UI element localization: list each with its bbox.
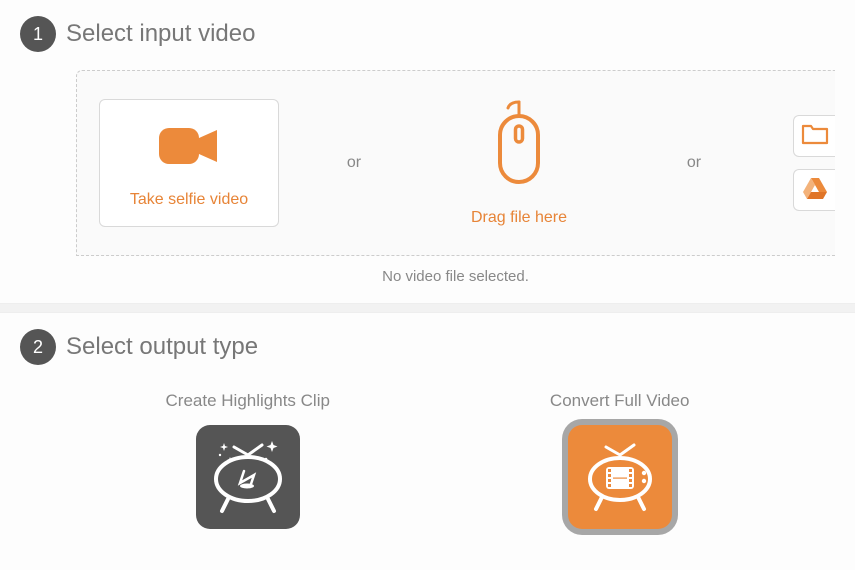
drag-file-label: Drag file here — [471, 209, 567, 227]
highlights-label: Create Highlights Clip — [166, 391, 330, 411]
google-drive-icon — [802, 176, 828, 205]
highlights-tile — [196, 425, 300, 529]
step-2-number: 2 — [33, 337, 43, 358]
section-divider — [0, 303, 855, 313]
step-2-title: Select output type — [66, 333, 258, 361]
convert-tv-icon — [578, 433, 662, 522]
output-options: Create Highlights Clip — [20, 383, 835, 529]
take-selfie-card[interactable]: Take selfie video — [99, 99, 279, 227]
input-panel: Take selfie video or Drag file here or — [76, 70, 835, 256]
folder-icon — [801, 122, 829, 151]
highlights-tv-icon — [204, 431, 292, 524]
convert-option[interactable]: Convert Full Video — [550, 391, 690, 529]
take-selfie-label: Take selfie video — [130, 191, 248, 209]
step-1-header: 1 Select input video — [20, 16, 835, 52]
step-1-section: 1 Select input video Take selfie video o… — [0, 0, 855, 303]
mouse-icon — [490, 100, 548, 195]
step-2-badge: 2 — [20, 329, 56, 365]
or-text-2: or — [609, 154, 779, 172]
step-2-header: 2 Select output type — [20, 329, 835, 365]
browse-file-button[interactable] — [793, 115, 835, 157]
drag-file-area[interactable]: Drag file here — [429, 100, 609, 227]
google-drive-button[interactable] — [793, 169, 835, 211]
step-2-section: 2 Select output type Create Highlights C… — [0, 313, 855, 529]
step-1-title: Select input video — [66, 20, 255, 48]
convert-tile — [568, 425, 672, 529]
step-1-number: 1 — [33, 24, 43, 45]
status-text: No video file selected. — [76, 256, 835, 303]
convert-label: Convert Full Video — [550, 391, 690, 411]
right-buttons — [793, 115, 835, 211]
step-1-badge: 1 — [20, 16, 56, 52]
or-text-1: or — [279, 154, 429, 172]
video-camera-icon — [153, 118, 225, 179]
highlights-option[interactable]: Create Highlights Clip — [166, 391, 330, 529]
